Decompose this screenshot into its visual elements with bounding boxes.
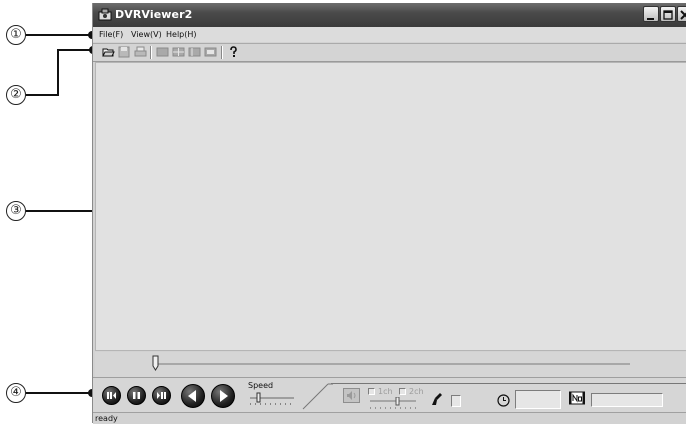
volume-slider[interactable] <box>368 397 420 411</box>
pause-button[interactable] <box>127 386 146 405</box>
ch2-label: 2ch <box>409 387 424 396</box>
video-display-area[interactable] <box>95 62 686 351</box>
toolbar <box>93 43 686 62</box>
seek-slider[interactable] <box>95 352 686 377</box>
callout-1: ① <box>6 25 26 45</box>
toolbar-separator <box>150 46 152 59</box>
ch2-checkbox[interactable] <box>399 388 406 395</box>
close-button[interactable] <box>677 6 686 22</box>
close-icon <box>680 10 686 20</box>
play-button[interactable] <box>211 384 235 408</box>
ch1-checkbox[interactable] <box>368 388 375 395</box>
menu-bar: File(F) View(V) Help(H) <box>93 27 686 42</box>
playback-control-panel: Speed 1ch 2ch <box>93 377 686 412</box>
single-view-icon[interactable] <box>156 46 169 58</box>
option-box[interactable] <box>451 395 461 407</box>
minimize-button[interactable] <box>643 6 659 22</box>
pause-icon <box>133 392 140 399</box>
status-text: ready <box>95 414 118 423</box>
maximize-icon <box>663 10 673 20</box>
callout-3: ③ <box>6 201 26 221</box>
reverse-play-button[interactable] <box>181 384 205 408</box>
play-icon <box>220 390 228 402</box>
status-bar: ready <box>93 412 686 424</box>
seek-bar-area <box>95 352 686 377</box>
minimize-icon <box>647 18 654 20</box>
panel-divider <box>302 383 333 410</box>
step-back-button[interactable] <box>102 386 121 405</box>
menu-view[interactable]: View(V) <box>131 30 162 39</box>
step-forward-button[interactable] <box>152 386 171 405</box>
callout-2: ② <box>6 85 26 105</box>
reverse-play-icon <box>188 390 196 402</box>
callout-4: ④ <box>6 383 26 403</box>
camera-app-icon <box>98 8 112 21</box>
layout-a-icon[interactable] <box>188 46 201 58</box>
panel-divider-line <box>331 383 686 384</box>
step-forward-icon <box>157 392 166 399</box>
toolbar-separator <box>221 46 223 59</box>
speed-slider[interactable] <box>248 391 298 409</box>
app-window: DVRViewer2 File(F) View(V) Help(H) Speed… <box>92 3 686 424</box>
speed-label: Speed <box>248 381 274 390</box>
menu-file[interactable]: File(F) <box>99 30 123 39</box>
camera-number-icon <box>569 391 585 405</box>
camera-number-field <box>591 393 663 407</box>
menu-help[interactable]: Help(H) <box>166 30 197 39</box>
title-bar[interactable]: DVRViewer2 <box>93 3 686 27</box>
print-icon[interactable] <box>134 46 147 58</box>
open-folder-icon[interactable] <box>102 46 115 58</box>
quad-view-icon[interactable] <box>172 46 185 58</box>
brush-icon[interactable] <box>431 392 445 406</box>
clock-icon <box>497 394 510 407</box>
maximize-button[interactable] <box>660 6 676 22</box>
window-title: DVRViewer2 <box>115 8 193 21</box>
step-back-icon <box>107 392 116 399</box>
speaker-icon[interactable] <box>343 388 360 403</box>
ch1-label: 1ch <box>378 387 393 396</box>
time-display <box>515 390 561 409</box>
help-icon[interactable] <box>227 46 240 58</box>
layout-b-icon[interactable] <box>204 46 217 58</box>
save-icon[interactable] <box>118 46 131 58</box>
